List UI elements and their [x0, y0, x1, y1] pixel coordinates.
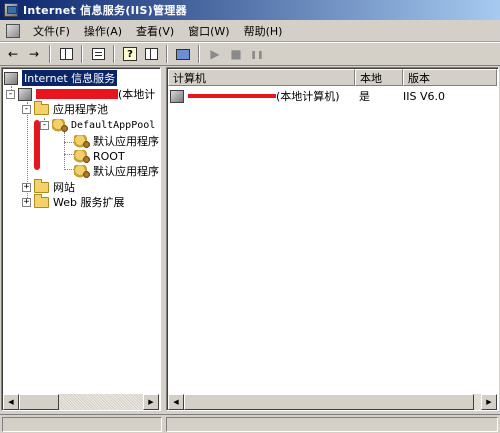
scroll-track[interactable] [474, 394, 481, 410]
export-list-button[interactable] [89, 45, 107, 63]
tree-item-label: Web 服务扩展 [53, 196, 125, 209]
scroll-right-button[interactable]: ▶ [143, 394, 159, 410]
tree-item-default-app-pool[interactable]: - DefaultAppPool [40, 117, 155, 133]
show-hide-tree-button[interactable] [57, 45, 75, 63]
folder-icon [34, 193, 49, 208]
help-button[interactable]: ? [121, 45, 139, 63]
list-item[interactable]: (本地计算机) 是 IIS V6.0 [170, 88, 491, 104]
redaction-mark [36, 89, 118, 99]
tree-item-root-app[interactable]: ROOT [74, 148, 125, 164]
toolbar: ← → ? ▶ ■ ❚❚ [0, 42, 500, 66]
start-button[interactable]: ▶ [206, 45, 224, 63]
toolbar-separator [81, 45, 83, 63]
export-list-icon [91, 48, 105, 60]
menu-window[interactable]: 窗口(W) [181, 21, 236, 41]
menu-file[interactable]: 文件(F) [26, 21, 77, 41]
computer-server-icon [170, 89, 184, 103]
tree-item-label: ROOT [93, 149, 125, 163]
tree-item-web-service-extensions[interactable]: + Web 服务扩展 [22, 193, 125, 210]
show-hide-action-pane-button[interactable] [142, 45, 160, 63]
collapse-toggle[interactable]: - [40, 120, 49, 130]
toolbar-separator [198, 45, 200, 63]
tree-line [64, 154, 74, 155]
cell-local: 是 [359, 90, 370, 103]
folder-icon [34, 178, 49, 193]
scroll-left-button[interactable]: ◀ [168, 394, 184, 410]
expand-toggle[interactable]: + [22, 197, 31, 207]
expand-toggle[interactable]: + [22, 182, 31, 192]
pause-button[interactable]: ❚❚ [248, 45, 266, 63]
status-panel [166, 417, 498, 432]
tree-item-app-pools[interactable]: - 应用程序池 [22, 100, 108, 117]
column-header-version[interactable]: 版本 [403, 69, 497, 86]
computer-icon [176, 48, 190, 60]
stop-button[interactable]: ■ [227, 45, 245, 63]
status-panel [2, 417, 162, 432]
menu-bar: 文件(F) 操作(A) 查看(V) 窗口(W) 帮助(H) [0, 20, 500, 42]
scroll-track[interactable] [59, 394, 143, 410]
toolbar-separator [113, 45, 115, 63]
redaction-mark [188, 94, 276, 98]
window-title: Internet 信息服务(IIS)管理器 [23, 4, 187, 17]
tree-item-label: (本地计 [118, 88, 156, 101]
computer-server-icon [18, 87, 32, 101]
tree-item-iis-root[interactable]: Internet 信息服务 [4, 70, 118, 86]
tree-line [64, 132, 65, 170]
connect-button[interactable] [174, 45, 192, 63]
tree-line [64, 169, 74, 170]
cell-computer: (本地计算机) [276, 90, 340, 103]
scroll-thumb[interactable] [19, 394, 59, 410]
web-app-icon [74, 164, 90, 178]
tree-item-default-app-1[interactable]: 默认应用程序 [74, 133, 159, 149]
back-button[interactable]: ← [4, 45, 22, 63]
tree-item-default-app-2[interactable]: 默认应用程序 [74, 163, 159, 179]
iis-manager-icon [4, 3, 18, 17]
toolbar-separator [49, 45, 51, 63]
iis-server-icon [4, 71, 18, 85]
tree-item-local-computer[interactable]: - (本地计 [6, 86, 155, 102]
menu-view[interactable]: 查看(V) [129, 21, 181, 41]
tree-item-label: 默认应用程序 [93, 165, 159, 178]
scroll-left-button[interactable]: ◀ [3, 394, 19, 410]
web-app-icon [74, 149, 90, 163]
tree-item-label: Internet 信息服务 [22, 70, 118, 86]
help-icon: ? [123, 47, 137, 61]
tree-line [64, 142, 74, 143]
column-header-computer[interactable]: 计算机 [168, 69, 355, 86]
console-tree[interactable]: Internet 信息服务 - (本地计 - 应用程序池 - DefaultAp… [1, 67, 161, 411]
cell-version: IIS V6.0 [403, 89, 445, 103]
scroll-right-button[interactable]: ▶ [481, 394, 497, 410]
action-pane-icon [144, 48, 158, 60]
tree-item-label: 网站 [53, 181, 75, 194]
title-bar: Internet 信息服务(IIS)管理器 [0, 0, 500, 20]
folder-icon [34, 100, 49, 115]
toolbar-separator [166, 45, 168, 63]
tree-item-label: 应用程序池 [53, 103, 108, 116]
tree-item-websites[interactable]: + 网站 [22, 178, 75, 195]
web-app-icon [74, 134, 90, 148]
list-header: 计算机 本地 版本 [168, 69, 497, 86]
column-header-local[interactable]: 本地 [355, 69, 403, 86]
list-horizontal-scrollbar[interactable]: ◀ ▶ [168, 394, 497, 410]
console-doc-icon[interactable] [6, 23, 20, 38]
details-list[interactable]: 计算机 本地 版本 (本地计算机) 是 IIS V6.0 ◀ ▶ [166, 67, 499, 411]
tree-item-label: 默认应用程序 [93, 135, 159, 148]
menu-action[interactable]: 操作(A) [77, 21, 129, 41]
scroll-thumb[interactable] [184, 394, 474, 410]
tree-horizontal-scrollbar[interactable]: ◀ ▶ [3, 394, 159, 410]
tree-item-label: DefaultAppPool [71, 119, 156, 131]
collapse-toggle[interactable]: - [22, 104, 31, 114]
console-tree-icon [59, 48, 73, 60]
app-pool-icon [52, 118, 68, 132]
forward-button[interactable]: → [25, 45, 43, 63]
collapse-toggle[interactable]: - [6, 89, 15, 99]
status-bar [0, 414, 500, 433]
menu-help[interactable]: 帮助(H) [237, 21, 290, 41]
